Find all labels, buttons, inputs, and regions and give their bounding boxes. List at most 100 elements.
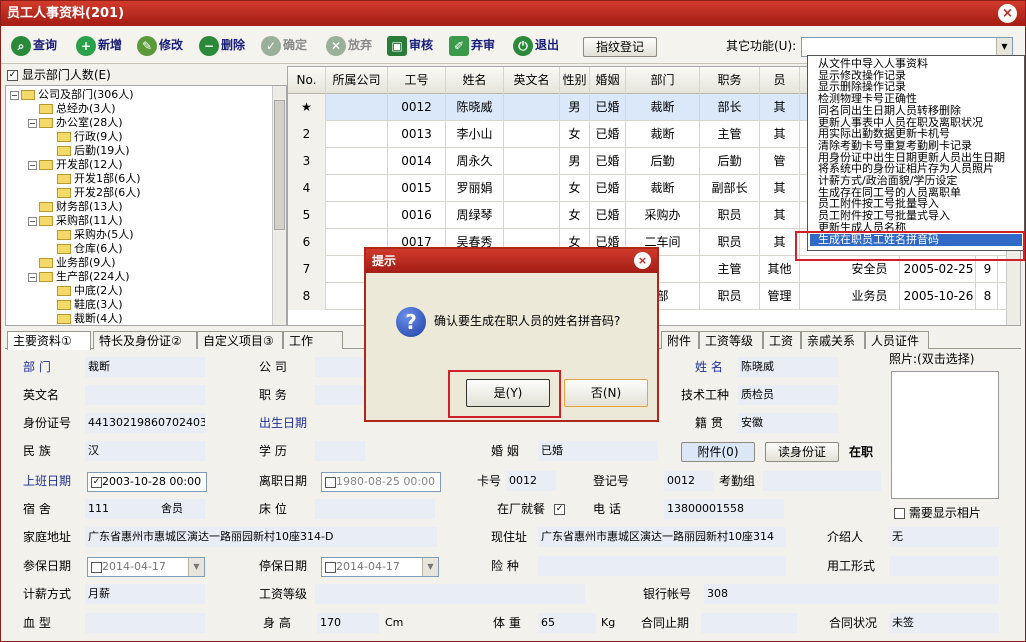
weight-field[interactable]: 65 xyxy=(538,613,596,633)
column-header[interactable]: 姓名 xyxy=(446,67,504,94)
menu-item[interactable]: 用实际出勤数据更新卡机号 xyxy=(810,128,1022,140)
dept-field[interactable]: 裁断 xyxy=(85,357,205,377)
eng-field[interactable] xyxy=(85,385,205,405)
bank-field[interactable]: 308 xyxy=(704,584,999,604)
discard-button[interactable]: ✕ 放弃 xyxy=(326,34,372,56)
menu-item[interactable]: 显示删除操作记录 xyxy=(810,81,1022,93)
chevron-down-icon[interactable]: ▼ xyxy=(996,38,1012,56)
dorm-field[interactable]: 111 舍员 xyxy=(85,499,205,519)
exit-button[interactable]: ⏻ 退出 xyxy=(513,34,559,56)
unaudit-button[interactable]: ✐ 弃审 xyxy=(449,34,495,56)
reg-field[interactable]: 0012 xyxy=(664,471,714,491)
tree-item[interactable]: 鞋底(3人) xyxy=(46,298,123,312)
column-header[interactable]: 所属公司 xyxy=(326,67,388,94)
pay-field[interactable]: 月薪 xyxy=(85,584,205,604)
tab-item[interactable]: 工资等级 xyxy=(699,331,763,349)
blood-field[interactable] xyxy=(85,613,205,633)
chevron-down-icon[interactable]: ▼ xyxy=(188,558,204,576)
photo-box[interactable] xyxy=(891,371,999,499)
tab-item[interactable]: 工资 xyxy=(763,331,801,349)
skill-field[interactable]: 质检员 xyxy=(738,385,838,405)
menu-item[interactable]: 员工附件按工号批量式导入 xyxy=(810,210,1022,222)
tree-item[interactable]: 行政(9人) xyxy=(46,130,123,144)
close-icon[interactable]: × xyxy=(998,4,1017,23)
collapse-icon[interactable]: − xyxy=(28,160,37,170)
tree-item[interactable]: − 采购部(11人) xyxy=(28,214,123,228)
worktype-field[interactable] xyxy=(889,556,999,576)
other-functions-select[interactable]: ▼ xyxy=(801,37,1013,57)
bed-field[interactable] xyxy=(315,499,435,519)
stop-date-picker[interactable]: 2014-04-17 ▼ xyxy=(321,557,439,577)
scroll-thumb[interactable] xyxy=(274,100,285,230)
tree-item[interactable]: − 开发部(12人) xyxy=(28,158,123,172)
edu-field[interactable] xyxy=(315,441,365,461)
menu-item[interactable]: 清除考勤卡号重复考勤刷卡记录 xyxy=(810,140,1022,152)
menu-item[interactable]: 从文件中导入人事资料 xyxy=(810,58,1022,70)
tree-scrollbar[interactable] xyxy=(272,86,286,325)
marriage-field[interactable]: 已婚 xyxy=(538,441,658,461)
column-header[interactable]: 性别 xyxy=(560,67,590,94)
tree-item[interactable]: 仓库(6人) xyxy=(46,242,123,256)
job-field[interactable] xyxy=(315,385,365,405)
id-field[interactable]: 441302198607024032 xyxy=(85,413,205,433)
cur-addr-field[interactable]: 广东省惠州市惠城区演达一路丽园新村10座314 xyxy=(538,527,786,547)
tab-item[interactable]: 亲戚关系 xyxy=(801,331,865,349)
tree-item[interactable]: 采购办(5人) xyxy=(46,228,134,242)
addr-field[interactable]: 广东省惠州市惠城区演达一路丽园新村10座314-D xyxy=(85,527,437,547)
menu-item[interactable]: 用身份证中出生日期更新人员出生日期 xyxy=(810,152,1022,164)
fingerprint-button[interactable]: 指纹登记 xyxy=(583,37,657,57)
tree-item[interactable]: 裁断(4人) xyxy=(46,312,123,326)
origin-field[interactable]: 安徽 xyxy=(738,413,838,433)
edit-button[interactable]: ✎ 修改 xyxy=(137,34,183,56)
menu-item[interactable]: 将系统中的身份证相片存为人员照片 xyxy=(810,163,1022,175)
tab-item[interactable]: 工作 xyxy=(283,331,343,349)
tree-item[interactable]: − 生产部(224人) xyxy=(28,270,130,284)
grade-field[interactable] xyxy=(315,584,585,604)
column-header[interactable]: 职务 xyxy=(700,67,760,94)
confirm-button[interactable]: ✓ 确定 xyxy=(261,34,307,56)
collapse-icon[interactable]: − xyxy=(28,216,37,226)
tab-item[interactable]: 附件 xyxy=(661,331,699,349)
column-header[interactable]: 员 xyxy=(760,67,800,94)
checkbox-icon[interactable]: ✓ xyxy=(7,70,18,81)
height-field[interactable]: 170 xyxy=(317,613,379,633)
name-field[interactable]: 陈晓威 xyxy=(738,357,838,377)
tree-item[interactable]: 开发2部(6人) xyxy=(46,186,141,200)
tree-item[interactable]: 后勤(19人) xyxy=(46,144,130,158)
tree-item[interactable]: 总经办(3人) xyxy=(28,102,116,116)
no-button[interactable]: 否(N) xyxy=(564,379,648,407)
menu-item[interactable]: 显示修改操作记录 xyxy=(810,70,1022,82)
work-date-picker[interactable]: ✓ 2003-10-28 00:00 xyxy=(87,472,207,492)
collapse-icon[interactable]: − xyxy=(28,118,37,128)
delete-button[interactable]: − 删除 xyxy=(199,34,245,56)
tree-item[interactable]: − 公司及部门(306人) xyxy=(10,88,134,102)
tab-item[interactable]: 人员证件 xyxy=(865,331,929,349)
menu-item[interactable]: 同名同出生日期人员转移删除 xyxy=(810,105,1022,117)
query-button[interactable]: ⌕ 查询 xyxy=(11,34,57,56)
menu-item[interactable]: 计薪方式/政治面貌/学历设定 xyxy=(810,175,1022,187)
infactory-checkbox[interactable]: ✓ xyxy=(554,499,565,519)
menu-item[interactable]: 检测物理卡号正确性 xyxy=(810,93,1022,105)
tree-item[interactable]: 中底(2人) xyxy=(46,284,123,298)
collapse-icon[interactable]: − xyxy=(10,90,19,100)
attach-button[interactable]: 附件(0) xyxy=(681,442,755,462)
chevron-down-icon[interactable]: ▼ xyxy=(422,558,438,576)
tab-item[interactable]: 自定义项目③ xyxy=(197,331,283,349)
contract-status-field[interactable]: 未签 xyxy=(889,613,999,633)
tree-item[interactable]: − 办公室(28人) xyxy=(28,116,123,130)
tab-item[interactable]: 主要资料① xyxy=(7,331,91,350)
tree-item[interactable]: 开发1部(6人) xyxy=(46,172,141,186)
leave-date-picker[interactable]: 1980-08-25 00:00 xyxy=(321,472,441,492)
nation-field[interactable]: 汉 xyxy=(85,441,205,461)
risk-field[interactable] xyxy=(538,556,786,576)
tab-item[interactable]: 特长及身份证② xyxy=(93,331,197,349)
menu-item[interactable]: 更新人事表中人员在职及离职状况 xyxy=(810,117,1022,129)
show-count-checkbox[interactable]: ✓ 显示部门人数(E) xyxy=(7,66,277,84)
read-id-button[interactable]: 读身份证 xyxy=(765,442,839,462)
phone-field[interactable]: 13800001558 xyxy=(664,499,784,519)
tree-item[interactable]: 业务部(9人) xyxy=(28,256,116,270)
column-header[interactable]: 部门 xyxy=(626,67,700,94)
intro-field[interactable]: 无 xyxy=(889,527,999,547)
add-button[interactable]: + 新增 xyxy=(76,34,122,56)
menu-item[interactable]: 员工附件按工号批量导入 xyxy=(810,198,1022,210)
